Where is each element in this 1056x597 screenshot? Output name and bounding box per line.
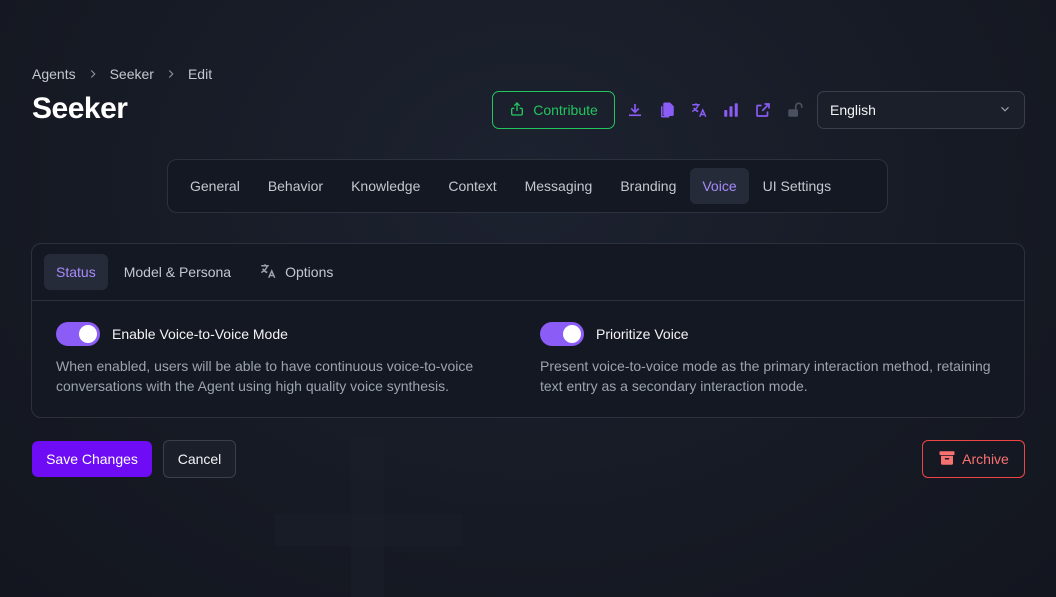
setting-title: Prioritize Voice (596, 326, 689, 342)
subtab-model-persona[interactable]: Model & Persona (112, 254, 243, 290)
setting-description: When enabled, users will be able to have… (56, 358, 474, 394)
share-upload-icon (509, 101, 525, 120)
main-tabs: General Behavior Knowledge Context Messa… (167, 159, 888, 213)
download-icon[interactable] (619, 91, 651, 129)
archive-label: Archive (962, 451, 1009, 467)
subtab-status[interactable]: Status (44, 254, 108, 290)
archive-icon (938, 449, 956, 470)
tab-voice[interactable]: Voice (690, 168, 749, 204)
chevron-right-icon (164, 67, 178, 81)
breadcrumb: Agents Seeker Edit (32, 66, 212, 82)
setting-description: Present voice-to-voice mode as the prima… (540, 358, 991, 394)
tab-context[interactable]: Context (434, 168, 510, 204)
save-changes-button[interactable]: Save Changes (32, 441, 152, 477)
breadcrumb-agents[interactable]: Agents (32, 66, 76, 82)
language-value: English (830, 102, 876, 118)
tab-messaging[interactable]: Messaging (511, 168, 607, 204)
breadcrumb-seeker[interactable]: Seeker (110, 66, 154, 82)
translate-icon[interactable] (683, 91, 715, 129)
tab-branding[interactable]: Branding (606, 168, 690, 204)
tab-general[interactable]: General (176, 168, 254, 204)
translate-icon (259, 262, 277, 283)
voice-subtabs: Status Model & Persona Options (32, 244, 1024, 301)
chevron-down-icon (998, 102, 1012, 119)
language-select[interactable]: English (817, 91, 1025, 129)
unlock-icon[interactable] (779, 91, 811, 129)
chevron-right-icon (86, 67, 100, 81)
archive-button[interactable]: Archive (922, 440, 1025, 478)
tab-behavior[interactable]: Behavior (254, 168, 337, 204)
setting-prioritize-voice: Prioritize Voice Present voice-to-voice … (540, 322, 1010, 396)
setting-voice-to-voice: Enable Voice-to-Voice Mode When enabled,… (56, 322, 526, 396)
breadcrumb-edit: Edit (187, 66, 213, 82)
voice-settings-panel: Status Model & Persona Options Enable Vo… (31, 243, 1025, 418)
copy-icon[interactable] (651, 91, 683, 129)
bar-chart-icon[interactable] (715, 91, 747, 129)
tab-knowledge[interactable]: Knowledge (337, 168, 434, 204)
background-cross-horizontal (275, 514, 462, 546)
external-link-icon[interactable] (747, 91, 779, 129)
subtab-options-label: Options (285, 264, 334, 280)
header-actions: Contribute (492, 91, 811, 129)
setting-title: Enable Voice-to-Voice Mode (112, 326, 288, 342)
cancel-button[interactable]: Cancel (163, 440, 236, 478)
page-title: Seeker (32, 92, 128, 125)
contribute-label: Contribute (533, 102, 598, 118)
prioritize-voice-toggle[interactable] (540, 322, 584, 346)
voice-to-voice-toggle[interactable] (56, 322, 100, 346)
tab-ui-settings[interactable]: UI Settings (749, 168, 845, 204)
subtab-options[interactable]: Options (247, 254, 345, 290)
contribute-button[interactable]: Contribute (492, 91, 615, 129)
